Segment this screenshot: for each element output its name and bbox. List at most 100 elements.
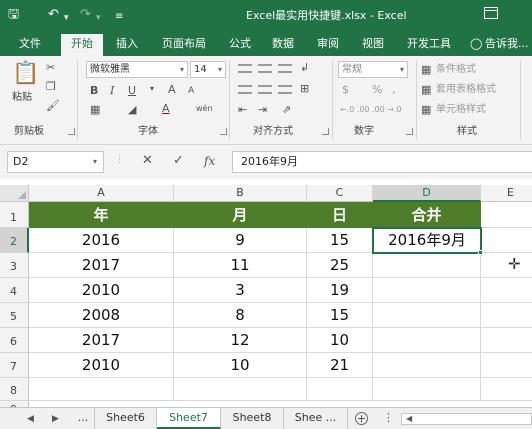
cell-a5[interactable]: 2008 [29, 303, 174, 328]
align-left-icon[interactable] [238, 85, 252, 94]
copy-icon[interactable]: ❐ [46, 80, 56, 93]
tab-formulas[interactable]: 公式 [229, 36, 251, 52]
cell-c8[interactable] [307, 378, 373, 401]
enter-icon[interactable]: ✓ [173, 153, 184, 169]
currency-button[interactable]: $ [342, 83, 349, 96]
cell-d4[interactable] [373, 278, 481, 303]
undo-icon[interactable]: ↶ [48, 7, 59, 23]
tab-split-grip-icon[interactable]: ⋮ [383, 410, 394, 426]
row-header-3[interactable]: 3 [0, 253, 29, 278]
scroll-left-arrow-icon[interactable]: ◀ [406, 411, 412, 427]
font-launcher-icon[interactable] [220, 128, 227, 135]
tab-home[interactable]: 开始 [61, 34, 103, 56]
row-header-7[interactable]: 7 [0, 353, 29, 378]
alignment-launcher-icon[interactable] [322, 128, 329, 135]
formula-input[interactable]: 2016年9月 [232, 151, 532, 173]
ribbon-display-icon[interactable] [484, 7, 498, 19]
tab-view[interactable]: 视图 [362, 36, 384, 52]
save-icon[interactable]: 🖫 [8, 7, 19, 23]
redo-dropdown-icon[interactable]: ▾ [96, 10, 101, 26]
font-color-button[interactable]: A [162, 102, 170, 115]
cell-d6[interactable] [373, 328, 481, 353]
cell-e7[interactable] [481, 353, 532, 378]
column-header-c[interactable]: C [307, 185, 373, 202]
lightbulb-icon[interactable]: ◯ [470, 36, 482, 52]
percent-button[interactable]: % [372, 83, 382, 96]
increase-font-button[interactable]: A [168, 83, 176, 96]
tab-review[interactable]: 审阅 [317, 36, 339, 52]
align-center-icon[interactable] [258, 85, 272, 94]
conditional-format-button[interactable]: 条件格式 [436, 63, 476, 76]
cell-e2[interactable] [481, 228, 532, 253]
cell-a6[interactable]: 2017 [29, 328, 174, 353]
number-format-select[interactable]: 常规 ▾ [338, 61, 408, 78]
cell-e1[interactable] [481, 202, 532, 228]
customize-qat-icon[interactable]: ≡ [115, 9, 123, 25]
decrease-font-button[interactable]: A [188, 85, 194, 98]
row-header-1[interactable]: 1 [0, 202, 29, 228]
redo-icon[interactable]: ↷ [80, 7, 91, 23]
cell-a4[interactable]: 2010 [29, 278, 174, 303]
cell-b4[interactable]: 3 [174, 278, 307, 303]
cell-d2[interactable]: 2016年9月 [372, 227, 482, 254]
increase-indent-icon[interactable]: ⇥ [258, 103, 267, 116]
cell-b1[interactable]: 月 [174, 202, 307, 228]
paste-icon[interactable]: 📋 [12, 62, 39, 86]
sheet-tab-sheet8[interactable]: Sheet8 [221, 408, 284, 429]
row-header-5[interactable]: 5 [0, 303, 29, 328]
column-header-b[interactable]: B [174, 185, 307, 202]
insert-function-icon[interactable]: fx [204, 153, 215, 169]
cell-e4[interactable] [481, 278, 532, 303]
sheet-tab-more-left[interactable]: ... [72, 408, 95, 429]
comma-button[interactable]: , [392, 83, 396, 96]
undo-dropdown-icon[interactable]: ▾ [64, 10, 69, 26]
cell-d3[interactable] [373, 253, 481, 278]
tab-developer[interactable]: 开发工具 [407, 36, 451, 52]
horizontal-scrollbar[interactable]: ◀ [401, 413, 532, 425]
clipboard-launcher-icon[interactable] [68, 128, 75, 135]
column-header-a[interactable]: A [29, 185, 174, 202]
tab-page-layout[interactable]: 页面布局 [162, 36, 206, 52]
add-sheet-icon[interactable]: + [355, 412, 368, 425]
phonetic-button[interactable]: wén [196, 102, 213, 115]
cell-c2[interactable]: 15 [307, 228, 373, 253]
align-bottom-icon[interactable] [278, 64, 292, 73]
cell-b3[interactable]: 11 [174, 253, 307, 278]
cell-c3[interactable]: 25 [307, 253, 373, 278]
paste-button[interactable]: 粘贴 [12, 91, 32, 104]
tab-file[interactable]: 文件 [19, 36, 41, 52]
font-size-select[interactable]: 14 ▾ [190, 61, 226, 78]
cell-a2[interactable]: 2016 [29, 228, 174, 253]
tell-me-box[interactable]: 告诉我... [485, 36, 529, 52]
row-header-8[interactable]: 8 [0, 378, 29, 401]
cell-c5[interactable]: 15 [307, 303, 373, 328]
align-top-icon[interactable] [238, 64, 252, 73]
align-middle-icon[interactable] [258, 64, 272, 73]
italic-button[interactable]: I [110, 84, 114, 97]
border-icon[interactable]: ▦ [90, 103, 100, 116]
number-launcher-icon[interactable] [406, 128, 413, 135]
underline-dropdown-icon[interactable]: ▾ [150, 82, 154, 95]
cell-a1[interactable]: 年 [29, 202, 174, 228]
format-painter-icon[interactable]: 🖌 [46, 99, 60, 112]
sheet-tab-sheet6[interactable]: Sheet6 [95, 408, 157, 429]
orientation-icon[interactable]: ⇗ [282, 103, 291, 116]
cell-b8[interactable] [174, 378, 307, 401]
cell-styles-button[interactable]: 单元格样式 [436, 103, 486, 116]
cell-d5[interactable] [373, 303, 481, 328]
cell-e6[interactable] [481, 328, 532, 353]
cell-b5[interactable]: 8 [174, 303, 307, 328]
cell-c1[interactable]: 日 [307, 202, 373, 228]
decrease-decimal-button[interactable]: .00 →.0 [372, 103, 402, 116]
font-name-select[interactable]: 微软雅黑 ▾ [86, 61, 188, 78]
cut-icon[interactable]: ✂ [46, 61, 55, 74]
cell-b2[interactable]: 9 [174, 228, 307, 253]
row-header-6[interactable]: 6 [0, 328, 29, 353]
scroll-tabs-left-icon[interactable]: ◀ [27, 411, 34, 427]
select-all-button[interactable] [0, 185, 29, 202]
cell-a3[interactable]: 2017 [29, 253, 174, 278]
name-box[interactable]: D2 ▾ [7, 151, 104, 173]
sheet-tab-sheet7[interactable]: Sheet7 [157, 408, 221, 429]
increase-decimal-button[interactable]: ←.0 .00 [340, 103, 370, 116]
format-as-table-button[interactable]: 套用表格格式 [436, 83, 496, 96]
